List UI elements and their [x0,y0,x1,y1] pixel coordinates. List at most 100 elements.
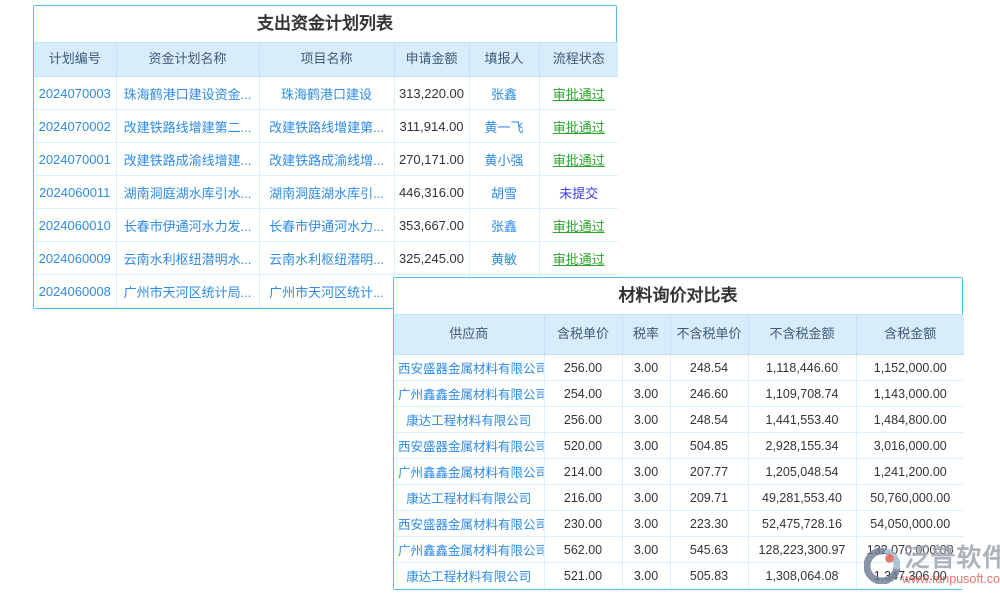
plan-no-cell[interactable]: 2024060010 [34,209,116,242]
flow-status-link[interactable]: 审批通过 [539,110,618,143]
amount-incl-tax-cell: 50,760,000.00 [856,485,964,511]
supplier-cell[interactable]: 西安盛器金属材料有限公司 [394,355,544,381]
quote-table-body: 西安盛器金属材料有限公司256.003.00248.541,118,446.60… [394,355,964,589]
price-excl-tax-cell: 248.54 [670,407,748,433]
quote-table-title: 材料询价对比表 [394,278,962,314]
supplier-cell[interactable]: 广州鑫鑫金属材料有限公司 [394,459,544,485]
project-name-cell[interactable]: 改建铁路线增建第... [259,110,394,143]
apply-amount-cell: 353,667.00 [394,209,469,242]
apply-amount-cell: 446,316.00 [394,176,469,209]
fund-plan-name-cell[interactable]: 长春市伊通河水力发... [116,209,259,242]
amount-incl-tax-cell: 3,016,000.00 [856,433,964,459]
supplier-cell[interactable]: 西安盛器金属材料有限公司 [394,433,544,459]
supplier-cell[interactable]: 康达工程材料有限公司 [394,485,544,511]
plan-table-body: 2024070003珠海鹤港口建设资金...珠海鹤港口建设313,220.00张… [34,77,618,308]
supplier-cell[interactable]: 广州鑫鑫金属材料有限公司 [394,381,544,407]
price-excl-tax-cell: 223.30 [670,511,748,537]
apply-amount-cell: 270,171.00 [394,143,469,176]
project-name-cell[interactable]: 长春市伊通河水力... [259,209,394,242]
fund-plan-name-cell[interactable]: 改建铁路成渝线增建... [116,143,259,176]
plan-no-cell[interactable]: 2024070003 [34,77,116,110]
tax-rate-cell: 3.00 [622,355,670,381]
price-excl-tax-cell: 207.77 [670,459,748,485]
apply-amount-cell: 313,220.00 [394,77,469,110]
table-row: 西安盛器金属材料有限公司256.003.00248.541,118,446.60… [394,355,964,381]
price-excl-tax-cell: 246.60 [670,381,748,407]
project-name-cell[interactable]: 湖南洞庭湖水库引... [259,176,394,209]
supplier-cell[interactable]: 康达工程材料有限公司 [394,407,544,433]
col-header-project-name: 项目名称 [259,43,394,77]
supplier-cell[interactable]: 康达工程材料有限公司 [394,563,544,589]
project-name-cell[interactable]: 广州市天河区统计... [259,275,394,308]
price-excl-tax-cell: 209.71 [670,485,748,511]
fund-plan-name-cell[interactable]: 珠海鹤港口建设资金... [116,77,259,110]
flow-status-link[interactable]: 审批通过 [539,209,618,242]
reporter-cell: 张鑫 [469,209,539,242]
table-row: 2024070002改建铁路线增建第二...改建铁路线增建第...311,914… [34,110,618,143]
apply-amount-cell: 325,245.00 [394,242,469,275]
reporter-cell: 胡雪 [469,176,539,209]
table-row: 广州鑫鑫金属材料有限公司214.003.00207.771,205,048.54… [394,459,964,485]
amount-excl-tax-cell: 1,118,446.60 [748,355,856,381]
col-header-price-incl-tax: 含税单价 [544,315,622,355]
table-row: 2024060011湖南洞庭湖水库引水...湖南洞庭湖水库引...446,316… [34,176,618,209]
col-header-fund-plan-name: 资金计划名称 [116,43,259,77]
apply-amount-cell: 311,914.00 [394,110,469,143]
price-incl-tax-cell: 520.00 [544,433,622,459]
tax-rate-cell: 3.00 [622,485,670,511]
col-header-plan-no: 计划编号 [34,43,116,77]
project-name-cell[interactable]: 云南水利枢纽潜明... [259,242,394,275]
reporter-cell: 张鑫 [469,77,539,110]
table-row: 西安盛器金属材料有限公司520.003.00504.852,928,155.34… [394,433,964,459]
price-incl-tax-cell: 214.00 [544,459,622,485]
project-name-cell[interactable]: 珠海鹤港口建设 [259,77,394,110]
amount-incl-tax-cell: 1,241,200.00 [856,459,964,485]
amount-excl-tax-cell: 128,223,300.97 [748,537,856,563]
table-row: 2024070001改建铁路成渝线增建...改建铁路成渝线增...270,171… [34,143,618,176]
fund-plan-name-cell[interactable]: 云南水利枢纽潜明水... [116,242,259,275]
tax-rate-cell: 3.00 [622,511,670,537]
plan-no-cell[interactable]: 2024070001 [34,143,116,176]
price-incl-tax-cell: 521.00 [544,563,622,589]
plan-no-cell[interactable]: 2024060009 [34,242,116,275]
amount-excl-tax-cell: 1,308,064.08 [748,563,856,589]
col-header-flow-status: 流程状态 [539,43,618,77]
fund-plan-name-cell[interactable]: 广州市天河区统计局... [116,275,259,308]
supplier-cell[interactable]: 西安盛器金属材料有限公司 [394,511,544,537]
col-header-tax-rate: 税率 [622,315,670,355]
col-header-price-excl-tax: 不含税单价 [670,315,748,355]
col-header-reporter: 填报人 [469,43,539,77]
quote-table: 供应商 含税单价 税率 不含税单价 不含税金额 含税金额 西安盛器金属材料有限公… [394,314,964,589]
amount-incl-tax-cell: 54,050,000.00 [856,511,964,537]
amount-incl-tax-cell: 1,143,000.00 [856,381,964,407]
flow-status-link[interactable]: 审批通过 [539,242,618,275]
fund-plan-name-cell[interactable]: 湖南洞庭湖水库引水... [116,176,259,209]
col-header-amount-incl-tax: 含税金额 [856,315,964,355]
quote-table-header-row: 供应商 含税单价 税率 不含税单价 不含税金额 含税金额 [394,315,964,355]
flow-status-link[interactable]: 未提交 [539,176,618,209]
amount-excl-tax-cell: 2,928,155.34 [748,433,856,459]
col-header-apply-amount: 申请金额 [394,43,469,77]
col-header-supplier: 供应商 [394,315,544,355]
price-incl-tax-cell: 216.00 [544,485,622,511]
plan-table-header-row: 计划编号 资金计划名称 项目名称 申请金额 填报人 流程状态 [34,43,618,77]
fund-plan-name-cell[interactable]: 改建铁路线增建第二... [116,110,259,143]
project-name-cell[interactable]: 改建铁路成渝线增... [259,143,394,176]
amount-incl-tax-cell: 1,152,000.00 [856,355,964,381]
table-row: 康达工程材料有限公司256.003.00248.541,441,553.401,… [394,407,964,433]
plan-no-cell[interactable]: 2024060008 [34,275,116,308]
tax-rate-cell: 3.00 [622,537,670,563]
amount-excl-tax-cell: 1,441,553.40 [748,407,856,433]
table-row: 2024070003珠海鹤港口建设资金...珠海鹤港口建设313,220.00张… [34,77,618,110]
table-row: 广州鑫鑫金属材料有限公司254.003.00246.601,109,708.74… [394,381,964,407]
plan-table: 计划编号 资金计划名称 项目名称 申请金额 填报人 流程状态 202407000… [34,42,618,308]
flow-status-link[interactable]: 审批通过 [539,143,618,176]
supplier-cell[interactable]: 广州鑫鑫金属材料有限公司 [394,537,544,563]
material-inquiry-comparison-table-card: 材料询价对比表 供应商 含税单价 税率 不含税单价 不含税金额 含税金额 西安盛… [393,277,963,590]
tax-rate-cell: 3.00 [622,459,670,485]
price-incl-tax-cell: 254.00 [544,381,622,407]
plan-no-cell[interactable]: 2024060011 [34,176,116,209]
flow-status-link[interactable]: 审批通过 [539,77,618,110]
amount-incl-tax-cell: 1,484,800.00 [856,407,964,433]
plan-no-cell[interactable]: 2024070002 [34,110,116,143]
